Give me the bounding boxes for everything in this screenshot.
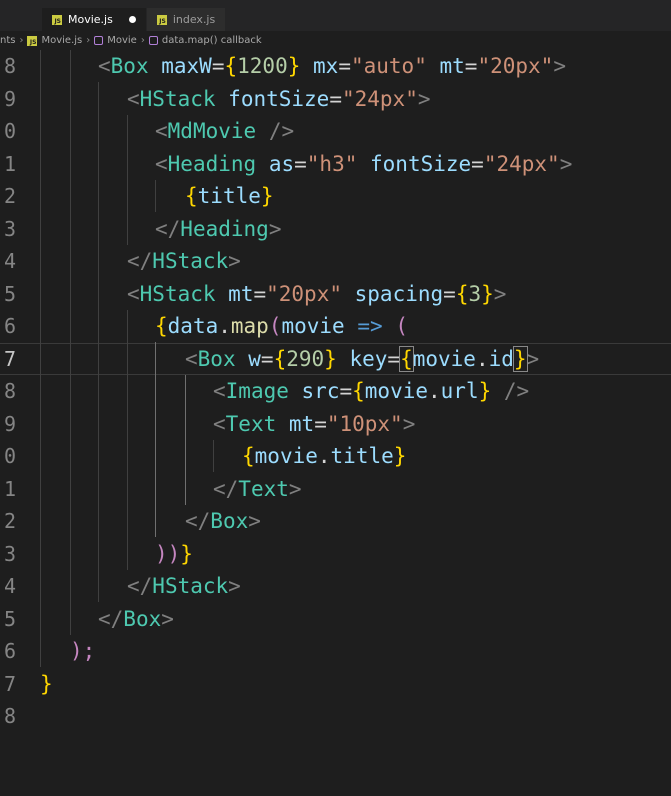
breadcrumb: nts › JS Movie.js › Movie › data.map() c… (0, 31, 671, 50)
line-number: 6 (3, 314, 16, 338)
indent-guide (155, 180, 156, 212)
breadcrumb-item-symbol[interactable]: Movie (94, 35, 137, 46)
code-text: <HStack fontSize="24px"> (127, 86, 431, 111)
line-number: 5 (3, 281, 16, 306)
code-text: ); (70, 639, 96, 663)
line-number: 8 (3, 54, 16, 78)
line-number: 3 (3, 541, 16, 566)
code-text: </Box> (98, 606, 174, 631)
code-line: 6 {data.map(movie => ( (0, 310, 671, 342)
component-symbol-icon (94, 36, 104, 45)
line-number: 7 (3, 346, 16, 371)
js-file-icon: JS (27, 35, 38, 46)
code-line: 1 <Heading as="h3" fontSize="24px"> (0, 148, 671, 180)
unsaved-changes-dot-icon[interactable] (128, 16, 136, 23)
code-line: 2 {title} (0, 180, 671, 212)
matched-bracket-open: { (399, 345, 414, 372)
indent-guide (213, 440, 214, 472)
indent-guide (127, 115, 128, 245)
tab-index-js[interactable]: JS index.js (146, 8, 227, 31)
line-number: 4 (3, 574, 16, 598)
code-text: {title} (185, 184, 274, 208)
code-line: 2 </Box> (0, 505, 671, 537)
line-number: 2 (3, 509, 16, 533)
indent-guide-active (185, 375, 186, 505)
breadcrumb-item-callback[interactable]: data.map() callback (148, 35, 262, 46)
code-text: <Box maxW={1200} mx="auto" mt="20px"> (98, 54, 566, 78)
code-text: <Box w={290} key={movie.id}> (185, 345, 540, 372)
code-text: } (40, 671, 53, 696)
tab-bar-spacer (0, 8, 42, 31)
code-text: <Text mt="10px"> (213, 411, 416, 436)
indent-guide (127, 310, 128, 570)
line-number: 1 (3, 151, 16, 176)
code-line: 8 <Image src={movie.url} /> (0, 375, 671, 407)
line-number: 6 (3, 639, 16, 663)
line-number: 5 (3, 606, 16, 631)
breadcrumb-item-folder[interactable]: nts (0, 35, 15, 46)
indent-guide-active (155, 342, 156, 537)
code-line: 9 <HStack fontSize="24px"> (0, 83, 671, 115)
line-number: 1 (3, 476, 16, 501)
breadcrumb-item-file[interactable]: JS Movie.js (27, 35, 82, 46)
code-text: <Image src={movie.url} /> (213, 379, 530, 403)
line-number: 2 (3, 184, 16, 208)
code-text: </Box> (185, 509, 261, 533)
line-number: 3 (3, 216, 16, 241)
indent-guide (98, 82, 99, 602)
code-line: 0 {movie.title} (0, 440, 671, 472)
code-text: {movie.title} (242, 444, 407, 468)
line-number: 4 (3, 249, 16, 273)
code-text: <MdMovie /> (155, 119, 295, 143)
code-line: 4 </HStack> (0, 245, 671, 277)
component-symbol-icon (148, 36, 158, 45)
indent-guide (40, 50, 41, 667)
chevron-right-icon: › (86, 35, 91, 46)
code-line: 9 <Text mt="10px"> (0, 408, 671, 440)
editor-tab-bar: JS Movie.js JS index.js (0, 8, 671, 31)
code-line: 7 } (0, 668, 671, 700)
line-number: 8 (3, 704, 16, 728)
code-line: 6 ); (0, 635, 671, 667)
js-file-icon: JS (52, 14, 62, 25)
code-text: {data.map(movie => ( (155, 314, 408, 338)
code-line: 0 <MdMovie /> (0, 115, 671, 147)
js-file-icon: JS (156, 14, 167, 25)
code-text: </HStack> (127, 574, 241, 598)
matched-bracket-close: } (512, 345, 528, 372)
line-number: 8 (3, 379, 16, 403)
code-text: </HStack> (127, 249, 241, 273)
line-number: 0 (3, 119, 16, 143)
chevron-right-icon: › (140, 35, 145, 46)
code-line: 3 </Heading> (0, 213, 671, 245)
code-text: <HStack mt="20px" spacing={3}> (127, 281, 507, 306)
code-line: 4 </HStack> (0, 570, 671, 602)
line-number: 7 (3, 671, 16, 696)
code-text: ))} (155, 541, 193, 566)
line-number: 0 (3, 444, 16, 468)
code-editor[interactable]: 8 <Box maxW={1200} mx="auto" mt="20px"> … (0, 50, 671, 728)
indent-guide (70, 50, 71, 635)
chevron-right-icon: › (19, 35, 24, 46)
code-text: </Heading> (155, 216, 282, 241)
tab-movie-js[interactable]: JS Movie.js (42, 8, 147, 31)
code-line: 1 </Text> (0, 473, 671, 505)
code-line-current: 7 <Box w={290} key={movie.id}> (0, 342, 671, 375)
tab-label: Movie.js (68, 13, 113, 26)
code-line: 3 ))} (0, 538, 671, 570)
code-text: <Heading as="h3" fontSize="24px"> (155, 151, 573, 176)
code-line: 8 (0, 700, 671, 732)
code-line: 5 </Box> (0, 603, 671, 635)
code-text: </Text> (213, 476, 302, 501)
tab-label: index.js (172, 13, 216, 26)
code-line: 8 <Box maxW={1200} mx="auto" mt="20px"> (0, 50, 671, 82)
window-title-bar (0, 0, 671, 8)
line-number: 9 (3, 86, 16, 111)
line-number: 9 (3, 411, 16, 436)
code-line: 5 <HStack mt="20px" spacing={3}> (0, 278, 671, 310)
